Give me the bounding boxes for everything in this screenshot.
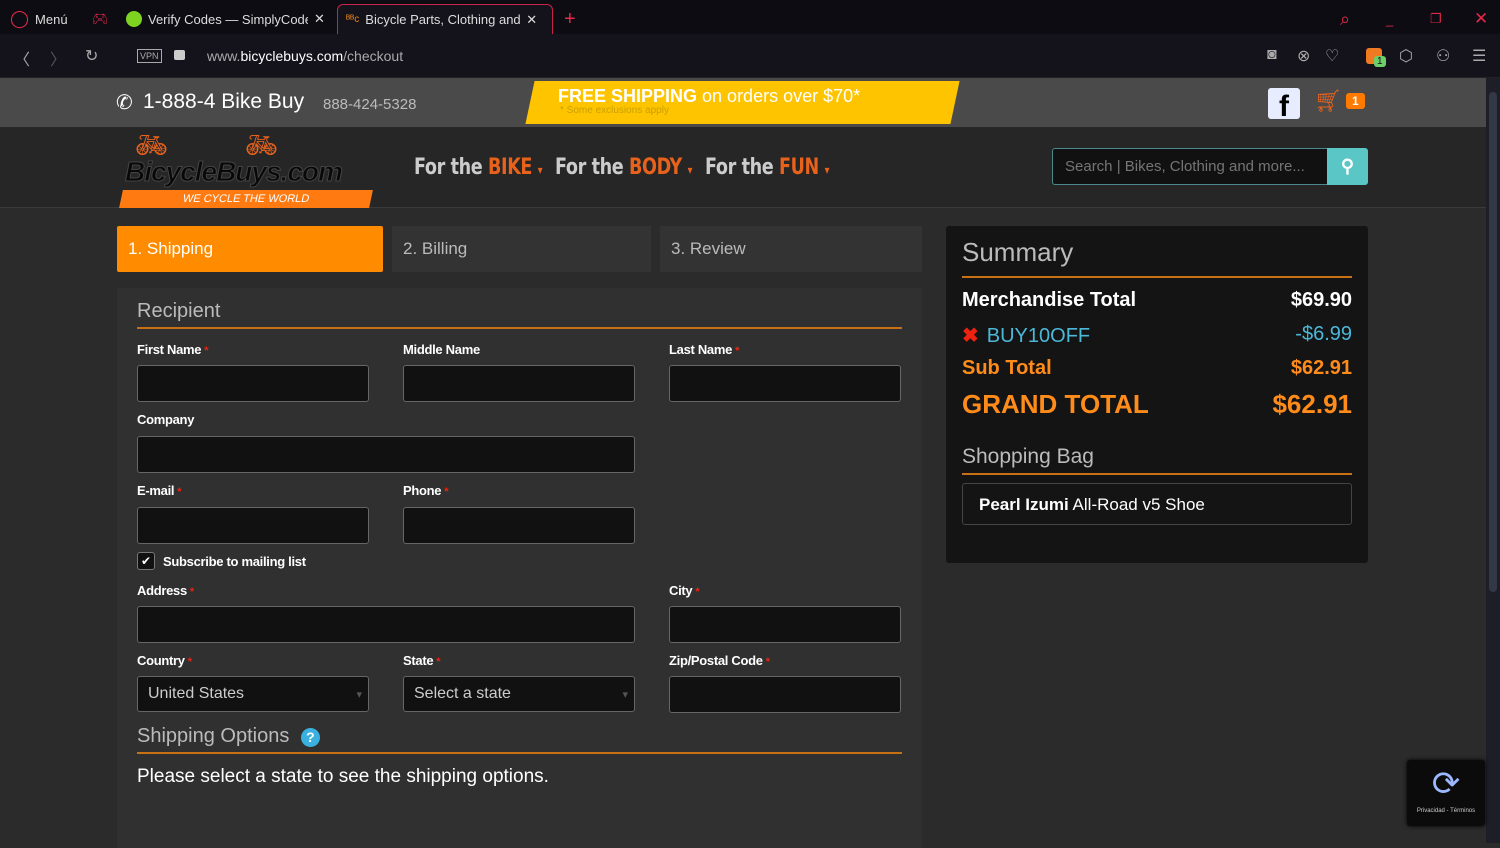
extension-badge: 1	[1374, 56, 1386, 67]
close-window-button[interactable]: ✕	[1466, 4, 1496, 34]
search-button[interactable]: ⚲	[1327, 148, 1368, 185]
remove-coupon-icon[interactable]: ✖	[962, 325, 979, 347]
subscribe-checkbox[interactable]: ✔	[137, 552, 155, 570]
step-shipping[interactable]: 1. Shipping	[117, 226, 383, 272]
minimize-button[interactable]: _	[1378, 4, 1401, 34]
subscribe-label[interactable]: Subscribe to mailing list	[163, 554, 306, 569]
close-tab-icon[interactable]: ✕	[314, 11, 325, 27]
phone-input[interactable]	[403, 507, 635, 544]
forward-icon[interactable]: 〉	[50, 46, 66, 70]
promo-text: FREE SHIPPING on orders over $70*	[558, 86, 861, 106]
address-input[interactable]	[137, 606, 635, 643]
site-logo[interactable]: 🚲︎ 🚲︎ BicycleBuys.com WE CYCLE THE WORLD	[117, 130, 377, 208]
shipping-options-heading: Shipping Options ?	[137, 725, 902, 754]
adblock-icon[interactable]: ⊗	[1297, 46, 1310, 66]
middle-name-input[interactable]	[403, 365, 635, 402]
middle-name-label: Middle Name	[403, 342, 480, 357]
cart-icon[interactable]: 🛒︎	[1314, 88, 1342, 114]
camera-icon[interactable]: ◙	[1267, 46, 1277, 64]
vpn-badge[interactable]: VPN	[137, 49, 162, 63]
help-icon[interactable]: ?	[300, 728, 320, 747]
nav-bike[interactable]: For the BIKE ▾	[414, 155, 543, 180]
state-label: State *	[403, 653, 441, 668]
restore-button[interactable]: ❐	[1422, 4, 1450, 34]
lock-icon[interactable]	[174, 50, 185, 60]
merch-total-row: Merchandise Total $69.90	[962, 289, 1352, 311]
last-name-input[interactable]	[669, 365, 901, 402]
summary-heading: Summary	[962, 237, 1352, 278]
phone-label: Phone *	[403, 483, 449, 498]
heart-icon[interactable]: ♡	[1325, 46, 1339, 66]
step-billing[interactable]: 2. Billing	[392, 226, 651, 272]
city-label: City *	[669, 583, 700, 598]
coupon-row: ✖ BUY10OFF -$6.99	[962, 323, 1352, 347]
cube-icon[interactable]: ⬡	[1399, 46, 1413, 66]
simplycodes-icon	[126, 11, 142, 27]
first-name-input[interactable]	[137, 365, 369, 402]
zip-input[interactable]	[669, 676, 901, 713]
search-icon[interactable]: ⌕	[1332, 4, 1358, 34]
address-label: Address *	[137, 583, 194, 598]
tab-bicycle-buys[interactable]: ᴮᴮc Bicycle Parts, Clothing and ✕	[337, 4, 553, 34]
company-input[interactable]	[137, 436, 635, 473]
address-bar: 〈 〉 ↻ VPN www.bicyclebuys.com/checkout ◙…	[0, 34, 1500, 78]
step-review[interactable]: 3. Review	[660, 226, 922, 272]
nav-body[interactable]: For the BODY ▾	[555, 155, 692, 180]
search-input[interactable]	[1052, 148, 1328, 185]
grand-total-row: GRAND TOTAL $62.91	[962, 389, 1352, 419]
settings-icon[interactable]: ☰	[1472, 46, 1486, 66]
state-select[interactable]: Select a state	[403, 676, 635, 712]
country-select[interactable]: United States	[137, 676, 369, 712]
back-icon[interactable]: 〈	[14, 46, 30, 70]
browser-tab-bar: ◯ Menú 🎮︎ Verify Codes — SimplyCode ✕ ᴮᴮc B…	[0, 0, 1500, 34]
subtotal-row: Sub Total $62.91	[962, 357, 1352, 379]
facebook-icon[interactable]: f	[1268, 88, 1300, 119]
bag-item[interactable]: Pearl Izumi All-Road v5 Shoe	[962, 483, 1352, 525]
opera-menu[interactable]: ◯ Menú	[2, 4, 76, 34]
zip-label: Zip/Postal Code *	[669, 653, 770, 668]
promo-note: * Some exclusions apply	[560, 105, 669, 116]
last-name-label: Last Name *	[669, 342, 740, 357]
new-tab-button[interactable]: +	[556, 4, 584, 34]
phone-icon: ✆	[116, 92, 133, 114]
recipient-heading: Recipient	[137, 300, 902, 329]
tab-verify-codes[interactable]: Verify Codes — SimplyCode ✕	[118, 4, 333, 34]
recaptcha-icon: ⟳	[1431, 765, 1461, 803]
country-label: Country *	[137, 653, 192, 668]
close-tab-icon[interactable]: ✕	[526, 12, 537, 28]
url-field[interactable]: www.bicyclebuys.com/checkout	[207, 48, 403, 64]
phone-number[interactable]: 888-424-5328	[323, 96, 416, 113]
recaptcha-badge[interactable]: ⟳ Privacidad - Términos	[1407, 760, 1485, 826]
opera-icon: ◯	[10, 9, 30, 28]
scrollbar[interactable]	[1486, 78, 1500, 843]
reload-icon[interactable]: ↻	[85, 46, 98, 66]
city-input[interactable]	[669, 606, 901, 643]
shipping-message: Please select a state to see the shippin…	[137, 766, 549, 787]
cart-count-badge[interactable]: 1	[1346, 93, 1365, 109]
favicon-icon: ᴮᴮc	[346, 14, 360, 25]
email-label: E-mail *	[137, 483, 182, 498]
phone-vanity[interactable]: 1-888-4 Bike Buy	[143, 90, 304, 114]
shopping-bag-heading: Shopping Bag	[962, 445, 1352, 475]
account-icon[interactable]: ⚇	[1436, 46, 1450, 66]
email-input[interactable]	[137, 507, 369, 544]
nav-fun[interactable]: For the FUN ▾	[705, 155, 829, 180]
company-label: Company	[137, 412, 195, 427]
gamepad-icon[interactable]: 🎮︎	[84, 4, 117, 34]
first-name-label: First Name *	[137, 342, 209, 357]
